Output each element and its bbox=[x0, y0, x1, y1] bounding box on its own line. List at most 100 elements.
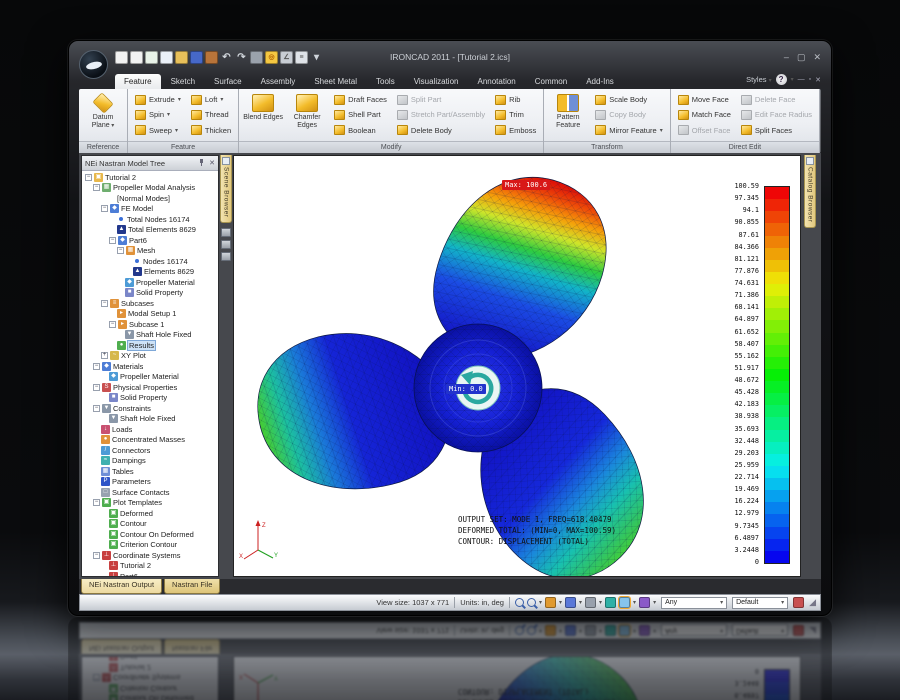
expand-minus-icon[interactable]: − bbox=[93, 383, 100, 391]
save-icon[interactable] bbox=[190, 50, 203, 64]
tab-tools[interactable]: Tools bbox=[367, 74, 404, 89]
expand-minus-icon[interactable]: − bbox=[101, 299, 108, 307]
monitor-icon[interactable] bbox=[221, 227, 231, 237]
tree-item-contour[interactable]: ▣ Contour bbox=[82, 519, 218, 530]
expand-minus-icon[interactable]: − bbox=[85, 173, 92, 181]
undo-icon[interactable]: ↶ bbox=[220, 51, 233, 64]
viewport[interactable]: Max: 100.6 Min: 0.0 100.59 97.345 94.1 90.8… bbox=[233, 155, 801, 577]
palette-icon[interactable] bbox=[221, 239, 231, 249]
catalog-icon[interactable]: ≡ bbox=[295, 50, 308, 64]
tree-item-dampings[interactable]: ≈ Dampings bbox=[82, 456, 218, 467]
measure-icon[interactable]: ∠ bbox=[280, 50, 293, 64]
tree-item-criterion-contour[interactable]: ▣ Criterion Contour bbox=[82, 540, 218, 551]
expand-minus-icon[interactable]: − bbox=[93, 551, 100, 559]
styles-dropdown[interactable]: Styles ▾ bbox=[746, 75, 772, 84]
tree-item-total-nodes-16174[interactable]: Total Nodes 16174 bbox=[82, 214, 218, 225]
render-icon[interactable] bbox=[205, 50, 218, 64]
tree-item-subcase-1[interactable]: − ▸ Subcase 1 bbox=[82, 319, 218, 330]
tree-item-xy-plot[interactable]: + ~ XY Plot bbox=[82, 351, 218, 362]
expand-minus-icon[interactable]: − bbox=[93, 404, 100, 412]
expand-minus-icon[interactable]: − bbox=[117, 247, 124, 255]
scale-body-button[interactable]: Scale Body bbox=[592, 93, 666, 107]
section-icon[interactable] bbox=[605, 597, 617, 608]
split-faces-button[interactable]: Split Faces bbox=[738, 123, 815, 137]
iso-view-icon[interactable] bbox=[585, 597, 597, 608]
tab-sheet-metal[interactable]: Sheet Metal bbox=[305, 74, 366, 89]
pattern-feature-button[interactable]: Pattern Feature bbox=[548, 91, 588, 139]
tree-item-concentrated-masses[interactable]: ● Concentrated Masses bbox=[82, 435, 218, 446]
tab-add-ins[interactable]: Add-Ins bbox=[577, 74, 623, 89]
tree-item-elements-8629[interactable]: ▲ Elements 8629 bbox=[82, 267, 218, 278]
tree-item-total-elements-8629[interactable]: ▲ Total Elements 8629 bbox=[82, 225, 218, 236]
tree-item-connectors[interactable]: / Connectors bbox=[82, 445, 218, 456]
tree-item-constraints[interactable]: − ▼ Constraints bbox=[82, 403, 218, 414]
tab-nei-nastran-output[interactable]: NEi Nastran Output bbox=[81, 579, 163, 594]
zoom-window-icon[interactable] bbox=[526, 598, 536, 607]
expand-minus-icon[interactable]: − bbox=[93, 499, 100, 507]
tree-item-nodes-16174[interactable]: Nodes 16174 bbox=[82, 256, 218, 267]
tree-item-mesh[interactable]: − ▦ Mesh bbox=[82, 246, 218, 257]
tree-item-contour-on-deformed[interactable]: ▣ Contour On Deformed bbox=[82, 529, 218, 540]
tree-item-deformed[interactable]: ▣ Deformed bbox=[82, 508, 218, 519]
expand-minus-icon[interactable]: − bbox=[93, 362, 100, 370]
tree-item-surface-contacts[interactable]: □ Surface Contacts bbox=[82, 487, 218, 498]
tree-item-normal-modes[interactable]: [Normal Modes] bbox=[82, 193, 218, 204]
pin-icon[interactable] bbox=[198, 159, 205, 167]
tree-item-propeller-modal-analysis[interactable]: − ▦ Propeller Modal Analysis bbox=[82, 183, 218, 194]
new-part-icon[interactable] bbox=[130, 50, 143, 64]
loft-button[interactable]: Loft ▾ bbox=[188, 93, 234, 107]
tree-item-solid-property[interactable]: ■ Solid Property bbox=[82, 393, 218, 404]
new-drawing-icon[interactable] bbox=[160, 50, 173, 64]
mdi-restore-icon[interactable]: ▫ bbox=[809, 76, 811, 83]
triball-icon[interactable]: ◎ bbox=[265, 50, 278, 64]
tree-item-physical-properties[interactable]: − S Physical Properties bbox=[82, 382, 218, 393]
selection-filter-dropdown[interactable]: Any ▾ bbox=[661, 596, 728, 609]
new-sheet-icon[interactable] bbox=[145, 50, 158, 64]
maximize-button[interactable]: ▢ bbox=[797, 51, 806, 63]
tree-item-coordinate-systems[interactable]: − ⊥ Coordinate Systems bbox=[82, 550, 218, 561]
link-icon[interactable] bbox=[793, 597, 805, 608]
tree-item-results[interactable]: ● Results bbox=[82, 340, 218, 351]
expand-minus-icon[interactable]: − bbox=[109, 236, 116, 244]
dropdown-arrow-icon[interactable]: ▾ bbox=[310, 51, 323, 64]
tree-item-parameters[interactable]: P Parameters bbox=[82, 477, 218, 488]
tab-surface[interactable]: Surface bbox=[205, 74, 251, 89]
shell-part-button[interactable]: Shell Part bbox=[331, 108, 390, 122]
tree-item-part6[interactable]: − ◆ Part6 bbox=[82, 235, 218, 246]
tree-item-shaft-hole-fixed[interactable]: ▼ Shaft Hole Fixed bbox=[82, 330, 218, 341]
trim-button[interactable]: Trim bbox=[492, 108, 539, 122]
tree-item-tutorial-2[interactable]: ⊥ Tutorial 2 bbox=[82, 561, 218, 572]
zoom-in-icon[interactable] bbox=[514, 598, 524, 607]
tab-feature[interactable]: Feature bbox=[115, 74, 161, 89]
new-scene-icon[interactable] bbox=[115, 50, 128, 64]
mdi-close-icon[interactable]: ✕ bbox=[815, 76, 821, 84]
tree-item-propeller-material[interactable]: ◆ Propeller Material bbox=[82, 277, 218, 288]
boolean-button[interactable]: Boolean bbox=[331, 123, 390, 137]
tab-annotation[interactable]: Annotation bbox=[468, 74, 524, 89]
expand-minus-icon[interactable]: − bbox=[93, 184, 100, 192]
tree-item-solid-property[interactable]: ■ Solid Property bbox=[82, 288, 218, 299]
thread-button[interactable]: Thread bbox=[188, 108, 234, 122]
camera-icon[interactable] bbox=[221, 251, 231, 261]
redo-icon[interactable]: ↷ bbox=[235, 51, 248, 64]
blend-edges-button[interactable]: Blend Edges bbox=[243, 91, 283, 139]
tab-common[interactable]: Common bbox=[526, 74, 576, 89]
thicken-button[interactable]: Thicken bbox=[188, 123, 234, 137]
tab-visualization[interactable]: Visualization bbox=[405, 74, 468, 89]
expand-minus-icon[interactable]: − bbox=[101, 205, 108, 213]
rib-button[interactable]: Rib bbox=[492, 93, 539, 107]
shaded-view-icon[interactable] bbox=[618, 596, 632, 609]
tree-item-part6[interactable]: ⊥Part6 bbox=[82, 571, 218, 576]
tree-item-modal-setup-1[interactable]: ▸ Modal Setup 1 bbox=[82, 309, 218, 320]
tree-item-loads[interactable]: ↓ Loads bbox=[82, 424, 218, 435]
emboss-button[interactable]: Emboss bbox=[492, 123, 539, 137]
tree-item-tables[interactable]: ▦ Tables bbox=[82, 466, 218, 477]
move-face-button[interactable]: Move Face bbox=[675, 93, 734, 107]
copy-icon[interactable] bbox=[250, 50, 263, 64]
tree-item-propeller-material[interactable]: ◆ Propeller Material bbox=[82, 372, 218, 383]
spin-button[interactable]: Spin ▾ bbox=[132, 108, 184, 122]
ironcad-logo-icon[interactable] bbox=[79, 50, 108, 79]
sweep-button[interactable]: Sweep ▾ bbox=[132, 123, 184, 137]
tree-item-fe-model[interactable]: − ◆ FE Model bbox=[82, 204, 218, 215]
datum-plane-button[interactable]: Datum Plane ▾ bbox=[83, 91, 123, 139]
